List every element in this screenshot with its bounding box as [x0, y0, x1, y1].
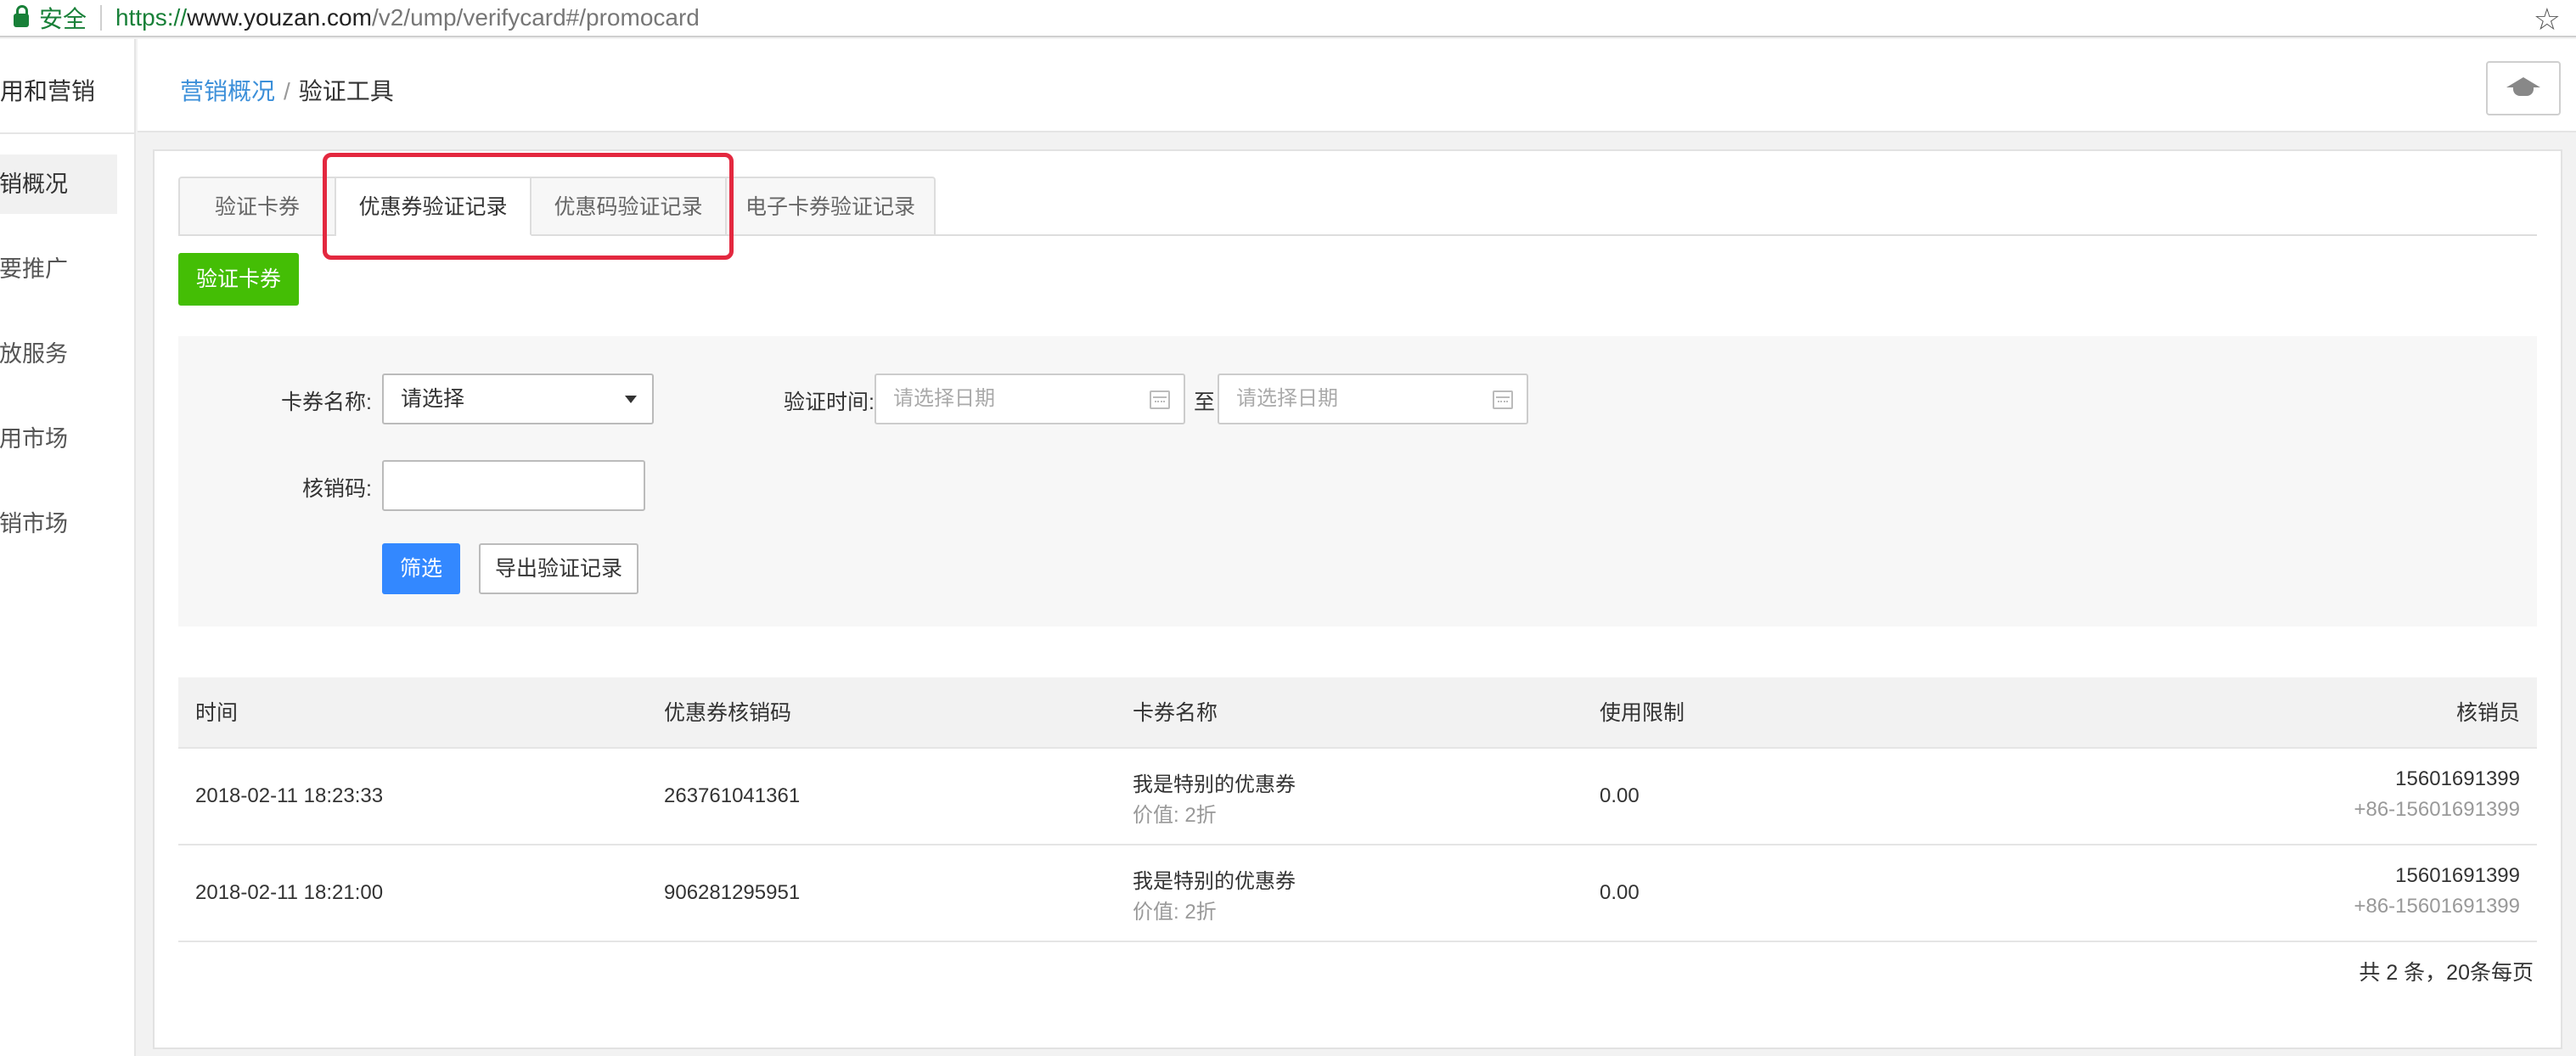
- cell-limit: 0.00: [1600, 784, 1640, 807]
- tab-coupon-records[interactable]: 优惠券验证记录: [336, 177, 532, 236]
- date-start-input[interactable]: 请选择日期: [875, 374, 1185, 424]
- cell-limit: 0.00: [1600, 881, 1640, 904]
- table-row: 2018-02-11 18:21:00 906281295951 我是特别的优惠…: [178, 845, 2537, 942]
- graduation-cap-icon: [2506, 77, 2540, 99]
- cell-code: 263761041361: [664, 784, 801, 807]
- pagination-info: 共 2 条，20条每页: [2359, 961, 2534, 985]
- caret-down-icon: [625, 396, 637, 403]
- cell-card-name: 我是特别的优惠券: [1133, 773, 1296, 796]
- column-header-limit: 使用限制: [1600, 701, 1685, 725]
- secure-label: 安全: [39, 6, 87, 32]
- lock-icon: [14, 5, 29, 27]
- card-name-select[interactable]: 请选择: [382, 374, 654, 424]
- card-name-label: 卡券名称:: [281, 390, 372, 414]
- verify-card-button[interactable]: 验证卡券: [178, 253, 299, 306]
- sidebar-item-open-services[interactable]: 开放服务: [0, 324, 119, 384]
- code-input[interactable]: [382, 460, 645, 511]
- cell-staff-phone: +86-15601691399: [2354, 895, 2520, 918]
- cell-time: 2018-02-11 18:21:00: [195, 881, 384, 904]
- cell-staff-phone: +86-15601691399: [2354, 798, 2520, 821]
- main-panel: 验证卡券 优惠券验证记录 优惠码验证记录 电子卡券验证记录 验证卡券 卡券名称:…: [153, 149, 2562, 1049]
- cell-staff: 15601691399: [2395, 864, 2520, 887]
- filter-button[interactable]: 筛选: [382, 543, 460, 594]
- tab-bar: 验证卡券 优惠券验证记录 优惠码验证记录 电子卡券验证记录: [178, 177, 936, 236]
- breadcrumb-current: 验证工具: [298, 78, 394, 104]
- column-header-time: 时间: [195, 701, 239, 725]
- table-header: 时间 优惠券核销码 卡券名称 使用限制 核销员: [178, 677, 2537, 749]
- column-header-staff: 核销员: [2455, 701, 2520, 725]
- breadcrumb-link[interactable]: 营销概况: [180, 78, 275, 104]
- sidebar-item-promotion[interactable]: 我要推广: [0, 239, 119, 299]
- cell-card-name: 我是特别的优惠券: [1133, 870, 1296, 893]
- breadcrumb: 营销概况 / 验证工具: [180, 73, 394, 107]
- cell-card-value: 价值: 2折: [1133, 901, 1217, 924]
- card-name-value: 请选择: [401, 387, 465, 411]
- sidebar-title: 应用和营销: [0, 78, 96, 104]
- sidebar: 应用和营销 营销概况 我要推广 开放服务 应用市场 分销市场: [0, 39, 136, 1056]
- filter-panel: 卡券名称: 请选择 验证时间: 请选择日期 至 请选择日期 核销码: 筛选 导出…: [178, 336, 2537, 626]
- cell-staff: 15601691399: [2395, 767, 2520, 790]
- cell-code: 906281295951: [664, 881, 801, 904]
- date-end-placeholder: 请选择日期: [1236, 387, 1338, 410]
- code-label: 核销码:: [302, 477, 372, 501]
- records-table: 时间 优惠券核销码 卡券名称 使用限制 核销员 2018-02-11 18:23…: [178, 677, 2537, 942]
- breadcrumb-separator: /: [284, 78, 290, 104]
- bookmark-star-icon[interactable]: ☆: [2534, 2, 2561, 37]
- tab-verify-card[interactable]: 验证卡券: [178, 177, 336, 236]
- verify-time-label: 验证时间:: [784, 390, 875, 414]
- table-row: 2018-02-11 18:23:33 263761041361 我是特别的优惠…: [178, 749, 2537, 845]
- cell-time: 2018-02-11 18:23:33: [195, 784, 384, 807]
- date-start-placeholder: 请选择日期: [893, 387, 995, 410]
- url-host: www.youzan.com: [187, 4, 372, 31]
- date-end-input[interactable]: 请选择日期: [1218, 374, 1528, 424]
- sidebar-item-distribution-market[interactable]: 分销市场: [0, 494, 119, 553]
- help-button[interactable]: [2486, 61, 2561, 115]
- url-path: /v2/ump/verifycard#/promocard: [371, 4, 700, 31]
- url-text[interactable]: https://www.youzan.com/v2/ump/verifycard…: [115, 4, 700, 31]
- tab-e-card-records[interactable]: 电子卡券验证记录: [727, 177, 936, 236]
- column-header-card-name: 卡券名称: [1133, 701, 1218, 725]
- calendar-icon: [1493, 390, 1513, 409]
- sidebar-item-marketing-overview[interactable]: 营销概况: [0, 154, 117, 214]
- column-header-code: 优惠券核销码: [664, 701, 792, 725]
- address-divider: [100, 5, 103, 31]
- page-header: 营销概况 / 验证工具: [138, 39, 2576, 132]
- tab-promo-code-records[interactable]: 优惠码验证记录: [532, 177, 727, 236]
- cell-card-value: 价值: 2折: [1133, 804, 1217, 827]
- browser-address-bar[interactable]: 安全 https://www.youzan.com/v2/ump/verifyc…: [0, 0, 2576, 37]
- sidebar-item-app-market[interactable]: 应用市场: [0, 409, 119, 469]
- date-range-to: 至: [1194, 390, 1216, 414]
- calendar-icon: [1150, 390, 1170, 409]
- url-scheme: https://: [115, 4, 188, 31]
- export-records-button[interactable]: 导出验证记录: [479, 543, 638, 594]
- sidebar-divider: [0, 132, 136, 134]
